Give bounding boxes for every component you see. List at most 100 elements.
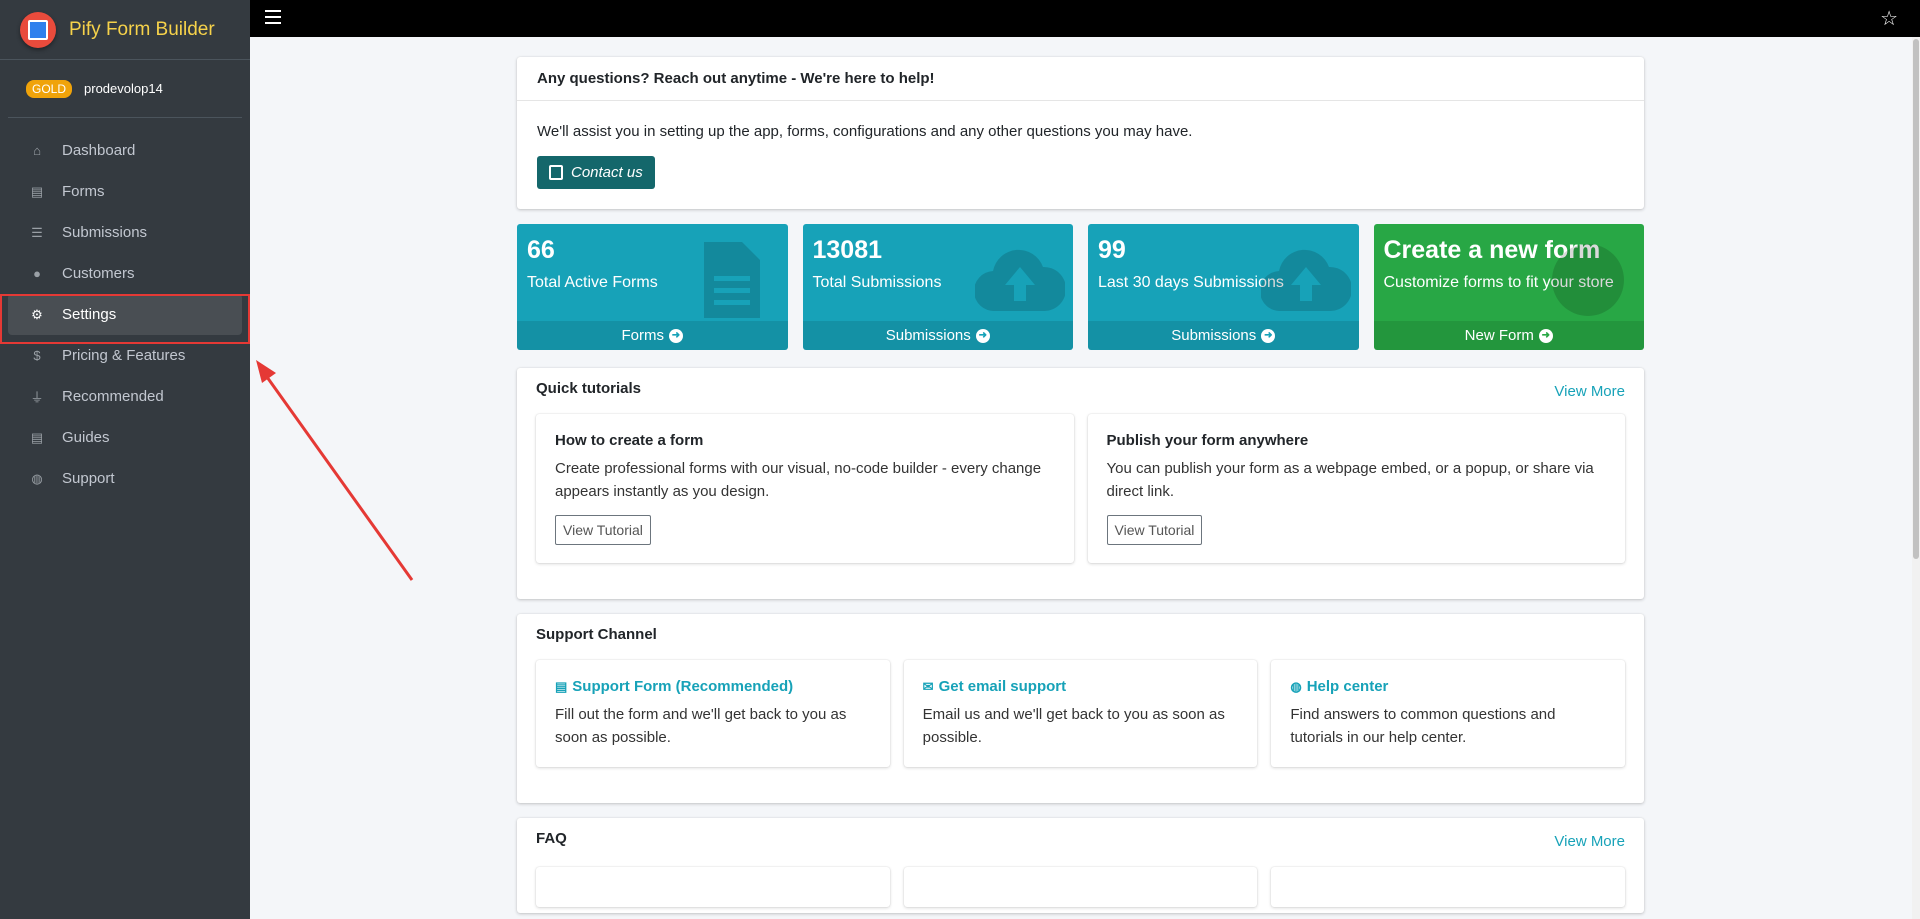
faq-card[interactable] bbox=[903, 867, 1258, 907]
user-icon: ● bbox=[33, 266, 41, 281]
envelope-icon: ✉ bbox=[922, 678, 934, 694]
sidebar-item-pricing[interactable]: $ Pricing & Features bbox=[8, 335, 242, 376]
sidebar-item-label: Guides bbox=[62, 429, 110, 446]
support-icon: ◍ bbox=[31, 470, 43, 486]
tutorial-title: Publish your form anywhere bbox=[1106, 432, 1309, 449]
section-title: Quick tutorials bbox=[536, 380, 642, 397]
stat-active-forms: 66 Total Active Forms Forms ➜ bbox=[517, 224, 788, 350]
sidebar-item-dashboard[interactable]: ⌂ Dashboard bbox=[8, 130, 242, 171]
stat-link[interactable]: New Form ➜ bbox=[1373, 321, 1644, 350]
file-icon bbox=[690, 242, 774, 326]
tutorial-text: Create professional forms with our visua… bbox=[555, 460, 1042, 500]
sidebar-item-label: Recommended bbox=[62, 388, 164, 405]
user-panel: GOLD prodevolop14 bbox=[8, 60, 242, 118]
sidebar-item-label: Forms bbox=[62, 183, 105, 200]
stat-label: Total Active Forms bbox=[527, 274, 658, 291]
edit-icon bbox=[549, 165, 563, 180]
tutorial-card: How to create a form Create professional… bbox=[536, 414, 1074, 563]
stat-total-submissions: 13081 Total Submissions Submissions ➜ bbox=[802, 224, 1073, 350]
cloud-upload-icon bbox=[973, 242, 1067, 326]
support-card: ✉ Get email support Email us and we'll ge… bbox=[903, 660, 1258, 767]
section-title: FAQ bbox=[536, 830, 567, 847]
email-support-link[interactable]: ✉ Get email support bbox=[923, 678, 1239, 695]
support-form-link[interactable]: ▤ Support Form (Recommended) bbox=[555, 678, 871, 695]
book-icon: ▤ bbox=[30, 429, 44, 445]
sidebar-item-support[interactable]: ◍ Support bbox=[8, 458, 242, 499]
plan-badge: GOLD bbox=[26, 79, 73, 98]
arrow-circle-right-icon: ➜ bbox=[669, 328, 683, 343]
sidebar-item-customers[interactable]: ● Customers bbox=[8, 253, 242, 294]
scrollbar[interactable] bbox=[1912, 37, 1920, 919]
help-center-link[interactable]: ◍ Help center bbox=[1290, 678, 1606, 695]
sidebar-item-submissions[interactable]: ☰ Submissions bbox=[8, 212, 242, 253]
hamburger-menu-icon[interactable] bbox=[265, 10, 281, 24]
stat-value: 99 bbox=[1098, 236, 1126, 264]
help-text: We'll assist you in setting up the app, … bbox=[537, 123, 1193, 140]
tutorial-text: You can publish your form as a webpage e… bbox=[1106, 460, 1594, 500]
list-icon: ☰ bbox=[31, 224, 43, 240]
contact-us-button[interactable]: Contact us bbox=[537, 156, 655, 189]
sidebar-item-recommended[interactable]: ⏚ Recommended bbox=[8, 376, 242, 417]
sidebar-item-forms[interactable]: ▤ Forms bbox=[8, 171, 242, 212]
arrow-circle-right-icon: ➜ bbox=[1538, 328, 1553, 343]
view-more-link[interactable]: View More bbox=[1554, 833, 1625, 850]
sidebar-item-guides[interactable]: ▤ Guides bbox=[8, 417, 242, 458]
main-content: Any questions? Reach out anytime - We're… bbox=[517, 57, 1644, 919]
sidebar-item-label: Support bbox=[62, 470, 115, 487]
stat-link[interactable]: Forms ➜ bbox=[517, 321, 788, 350]
tutorials-section: Quick tutorials View More How to create … bbox=[517, 368, 1644, 599]
help-title: Any questions? Reach out anytime - We're… bbox=[517, 57, 1644, 101]
sidebar-item-label: Dashboard bbox=[62, 142, 136, 159]
home-icon: ⌂ bbox=[33, 143, 41, 158]
file-icon: ▤ bbox=[555, 678, 568, 694]
stats-row: 66 Total Active Forms Forms ➜ 13081 Total… bbox=[517, 224, 1644, 350]
support-section: Support Channel ▤ Support Form (Recommend… bbox=[517, 614, 1644, 803]
brand-name: Pify Form Builder bbox=[69, 18, 215, 40]
gear-icon: ⚙ bbox=[31, 306, 43, 322]
tutorial-card: Publish your form anywhere You can publi… bbox=[1087, 414, 1625, 563]
sidebar-item-label: Settings bbox=[62, 306, 117, 323]
sidebar-item-label: Pricing & Features bbox=[62, 347, 186, 364]
file-icon: ▤ bbox=[30, 183, 44, 199]
plug-icon: ⏚ bbox=[30, 390, 44, 405]
arrow-circle-right-icon: ➜ bbox=[1261, 328, 1276, 343]
sidebar-item-label: Submissions bbox=[62, 224, 148, 241]
sidebar-item-label: Customers bbox=[62, 265, 135, 282]
view-tutorial-button[interactable]: View Tutorial bbox=[555, 515, 651, 545]
stat-value: 13081 bbox=[812, 236, 883, 264]
support-text: Find answers to common questions and tut… bbox=[1290, 706, 1556, 746]
cloud-upload-icon bbox=[1259, 242, 1352, 326]
stat-value: 66 bbox=[527, 236, 555, 264]
view-tutorial-button[interactable]: View Tutorial bbox=[1106, 515, 1203, 545]
sidebar-item-settings[interactable]: ⚙ Settings bbox=[8, 294, 242, 335]
topbar: ☆ bbox=[250, 0, 1920, 37]
contact-us-label: Contact us bbox=[571, 164, 643, 181]
support-card: ◍ Help center Find answers to common ques… bbox=[1271, 660, 1626, 767]
arrow-circle-right-icon: ➜ bbox=[975, 328, 990, 343]
faq-section: FAQ View More bbox=[517, 818, 1644, 913]
stat-label: Last 30 days Submissions bbox=[1098, 274, 1284, 291]
help-card: Any questions? Reach out anytime - We're… bbox=[517, 57, 1644, 209]
section-title: Support Channel bbox=[536, 626, 657, 643]
support-card: ▤ Support Form (Recommended) Fill out the… bbox=[536, 660, 890, 767]
stat-link[interactable]: Submissions ➜ bbox=[802, 321, 1073, 350]
sidebar-nav: ⌂ Dashboard ▤ Forms ☰ Submissions ● Cust… bbox=[0, 130, 250, 499]
stat-label: Total Submissions bbox=[812, 274, 942, 291]
stat-last-30-days: 99 Last 30 days Submissions Submissions ➜ bbox=[1088, 224, 1359, 350]
faq-card[interactable] bbox=[536, 867, 890, 907]
tutorial-title: How to create a form bbox=[555, 432, 704, 449]
faq-card[interactable] bbox=[1271, 867, 1626, 907]
star-icon[interactable]: ☆ bbox=[1880, 6, 1898, 31]
stat-new-form: Create a new form Customize forms to fit… bbox=[1373, 224, 1644, 350]
sidebar: Pify Form Builder GOLD prodevolop14 ⌂ Da… bbox=[0, 0, 250, 919]
support-text: Email us and we'll get back to you as so… bbox=[922, 706, 1225, 746]
support-text: Fill out the form and we'll get back to … bbox=[555, 706, 847, 746]
brand-logo-icon bbox=[20, 11, 56, 48]
username[interactable]: prodevolop14 bbox=[84, 81, 163, 96]
globe-icon: ◍ bbox=[1290, 678, 1302, 694]
stat-link[interactable]: Submissions ➜ bbox=[1088, 321, 1359, 350]
view-more-link[interactable]: View More bbox=[1554, 383, 1625, 400]
dollar-icon: $ bbox=[33, 348, 41, 363]
brand[interactable]: Pify Form Builder bbox=[0, 0, 250, 60]
plus-circle-icon bbox=[1546, 242, 1630, 326]
